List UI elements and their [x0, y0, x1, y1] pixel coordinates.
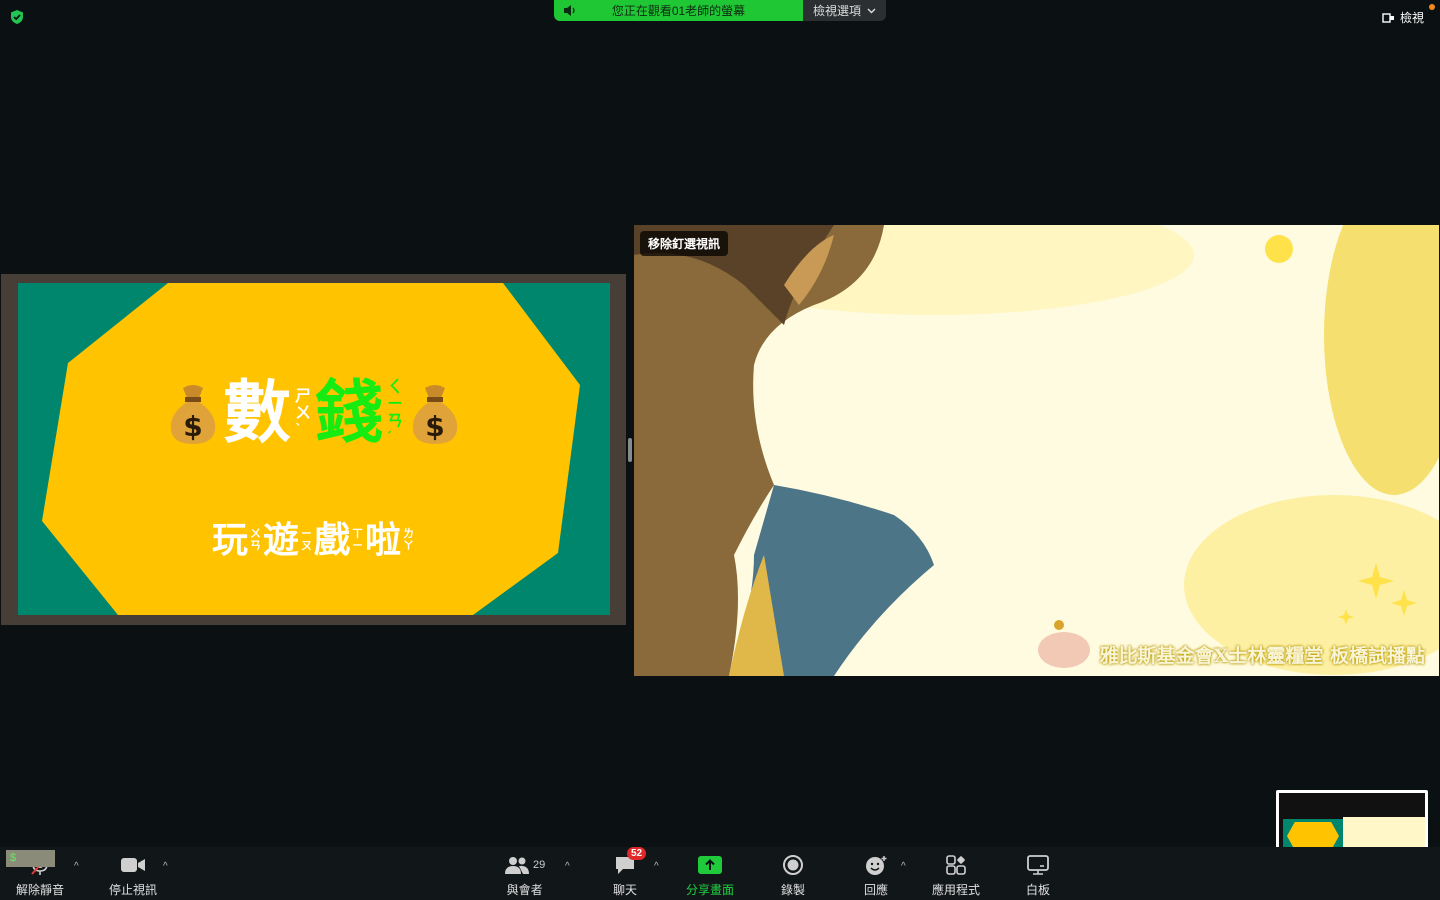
- slide: $ 數 ㄕ ㄨ ˋ 錢 ㄑ ㄧ ㄢ ˊ $ 玩 ㄨㄢ 遊 ㄧ ㄡ 戲 ㄒ ㄧ 啦…: [18, 283, 610, 615]
- record-label: 錄製: [781, 883, 806, 897]
- audio-options-caret[interactable]: ^: [74, 861, 79, 872]
- chat-label: 聊天: [613, 883, 638, 897]
- participants-icon: [505, 857, 529, 874]
- video-watermark: 雅比斯基金會X士林靈糧堂 板橋試播點: [1099, 645, 1425, 667]
- chat-button[interactable]: 52 聊天: [613, 847, 647, 898]
- resize-handle[interactable]: [628, 438, 632, 462]
- participant-count: 29: [533, 859, 546, 871]
- title-char-right: 錢: [315, 373, 384, 453]
- video-camera-icon: [121, 858, 145, 872]
- share-screen-button[interactable]: 分享畫面: [686, 852, 734, 898]
- shared-screen: $ 數 ㄕ ㄨ ˋ 錢 ㄑ ㄧ ㄢ ˊ $ 玩 ㄨㄢ 遊 ㄧ ㄡ 戲 ㄒ ㄧ 啦…: [1, 274, 626, 625]
- title-char-left: 數: [222, 373, 291, 453]
- viewing-text: 您正在觀看01老師的螢幕: [611, 4, 746, 18]
- reactions-options-caret[interactable]: ^: [901, 861, 906, 872]
- whiteboard-label: 白板: [1026, 883, 1051, 897]
- slide-title: $ 數 ㄕ ㄨ ˋ 錢 ㄑ ㄧ ㄢ ˊ $: [18, 379, 610, 447]
- whiteboard-icon: [1027, 855, 1049, 875]
- subtitle-char: 玩: [211, 519, 248, 561]
- reactions-smiley-icon: [866, 856, 887, 875]
- chat-options-caret[interactable]: ^: [654, 861, 659, 872]
- record-button[interactable]: 錄製: [781, 852, 805, 898]
- subtitle-zhuyin: ㄌㄚ: [403, 528, 415, 552]
- subtitle-zhuyin: ㄨㄢ: [249, 528, 261, 552]
- subtitle-char: 遊: [262, 519, 299, 561]
- pinned-video[interactable]: 移除釘選視訊 雅比斯基金會X士林靈糧堂 板橋試播點: [634, 225, 1439, 676]
- slide-subtitle: 玩 ㄨㄢ 遊 ㄧㄡ 戲 ㄒㄧ 啦 ㄌㄚ: [18, 511, 610, 563]
- subtitle-char: 戲: [314, 519, 351, 561]
- stop-video-button[interactable]: 停止視訊: [109, 852, 157, 898]
- view-options-label: 檢視選項: [812, 4, 861, 18]
- chevron-down-icon: [867, 8, 876, 13]
- view-layout-icon: [1382, 12, 1394, 23]
- viewing-status: 您正在觀看01老師的螢幕: [554, 0, 803, 21]
- reactions-button[interactable]: 回應: [864, 852, 888, 898]
- subtitle-char: 啦: [365, 519, 402, 561]
- svg-text:$: $: [425, 410, 444, 443]
- reactions-label: 回應: [864, 883, 889, 897]
- whiteboard-button[interactable]: 白板: [1026, 852, 1050, 898]
- unmute-label: 解除靜音: [16, 883, 65, 897]
- apps-label: 應用程式: [932, 883, 981, 897]
- view-button[interactable]: 檢視: [1382, 9, 1424, 26]
- title-right-zhuyin: ㄑ ㄧ ㄢ ˊ: [387, 379, 404, 447]
- yellow-octagon-shape: [42, 283, 580, 615]
- video-frame: [634, 225, 1439, 676]
- security-shield-icon[interactable]: [9, 9, 25, 25]
- stop-video-label: 停止視訊: [109, 883, 158, 897]
- apps-icon: [946, 855, 966, 875]
- view-options-button[interactable]: 檢視選項: [803, 0, 886, 21]
- record-icon: [783, 855, 803, 875]
- meeting-toolbar: 解除靜音 ^ 停止視訊 ^ 29 與會者 ^ 52 聊天 ^ 分享畫面 錄製 回…: [0, 847, 1440, 900]
- mini-video-tile[interactable]: $: [6, 850, 55, 867]
- participants-options-caret[interactable]: ^: [565, 861, 570, 872]
- video-options-caret[interactable]: ^: [163, 861, 168, 872]
- apps-button[interactable]: 應用程式: [932, 852, 980, 898]
- unpin-video-button[interactable]: 移除釘選視訊: [640, 231, 729, 256]
- share-screen-label: 分享畫面: [686, 883, 735, 897]
- subtitle-zhuyin: ㄒㄧ: [352, 528, 364, 552]
- participants-button[interactable]: 29 與會者: [504, 852, 545, 898]
- svg-text:$: $: [183, 410, 202, 443]
- chat-unread-badge: 52: [627, 847, 647, 860]
- speaker-icon: [564, 5, 575, 16]
- view-label: 檢視: [1399, 11, 1424, 25]
- participants-label: 與會者: [506, 883, 543, 897]
- screen-share-banner: 您正在觀看01老師的螢幕 檢視選項: [554, 0, 886, 21]
- subtitle-zhuyin: ㄧㄡ: [301, 528, 312, 552]
- money-bag-icon: $: [412, 385, 458, 444]
- notification-dot: [1429, 4, 1435, 10]
- money-bag-icon: $: [170, 385, 216, 444]
- title-left-zhuyin: ㄕ ㄨ ˋ: [294, 387, 311, 439]
- share-screen-icon: [698, 856, 722, 874]
